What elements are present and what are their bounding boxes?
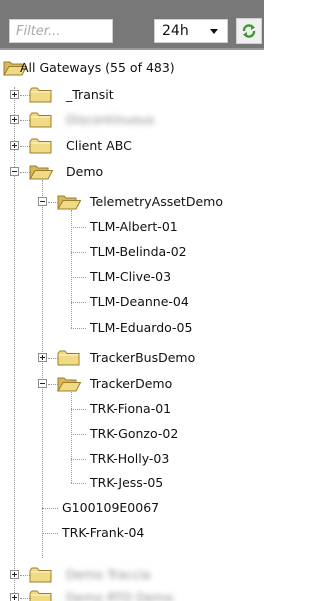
tree-root-all-gateways[interactable]: All Gateways (55 of 483) — [20, 60, 175, 76]
folder-icon — [29, 87, 53, 103]
time-range-select[interactable]: 24h — [154, 19, 228, 43]
expand-toggle[interactable] — [10, 90, 19, 99]
tree-leaf-gateway[interactable]: G100109E0067 — [62, 500, 159, 516]
tree-leaf-gateway[interactable]: TRK-Holly-03 — [90, 451, 169, 467]
refresh-button[interactable] — [236, 18, 262, 44]
tree-node-tracker-demo[interactable]: TrackerDemo — [90, 376, 172, 392]
expand-toggle[interactable] — [10, 570, 19, 579]
expand-toggle[interactable] — [10, 141, 19, 150]
expand-toggle[interactable] — [10, 115, 19, 124]
tree-guide-line — [71, 277, 86, 278]
tree-leaf-gateway[interactable]: TRK-Gonzo-02 — [90, 426, 178, 442]
tree-node-client-abc[interactable]: Client ABC — [66, 138, 132, 154]
collapse-toggle[interactable] — [38, 379, 47, 388]
tree-leaf-gateway[interactable]: TRK-Jess-05 — [90, 475, 163, 491]
refresh-icon — [242, 24, 256, 38]
folder-icon — [29, 590, 53, 601]
tree-guide-line — [71, 409, 86, 410]
folder-icon — [29, 138, 53, 154]
tree-guide-line — [71, 459, 86, 460]
collapse-toggle[interactable] — [10, 167, 19, 176]
tree-node-redacted[interactable]: Demo RTD Demo — [66, 590, 173, 601]
tree-leaf-gateway[interactable]: TRK-Fiona-01 — [90, 401, 171, 417]
chevron-down-icon — [210, 29, 218, 34]
tree-guide-line — [71, 483, 86, 484]
tree-leaf-gateway[interactable]: TLM-Clive-03 — [90, 269, 171, 285]
tree-leaf-gateway[interactable]: TRK-Frank-04 — [62, 525, 144, 541]
tree-node-tracker-bus-demo[interactable]: TrackerBusDemo — [90, 350, 195, 366]
tree-guide-line — [71, 252, 86, 253]
toolbar: 24h — [0, 0, 264, 50]
gateway-tree: All Gateways (55 of 483) _Transit Discon… — [0, 52, 264, 601]
tree-leaf-gateway[interactable]: TLM-Deanne-04 — [90, 294, 189, 310]
tree-guide-line — [14, 87, 15, 601]
tree-guide-line — [42, 180, 43, 558]
tree-guide-line — [71, 227, 86, 228]
tree-node-redacted[interactable]: Demo Traccia — [66, 567, 151, 583]
folder-icon — [57, 350, 81, 366]
tree-guide-line — [71, 392, 72, 483]
tree-guide-line — [42, 508, 58, 509]
tree-leaf-gateway[interactable]: TLM-Belinda-02 — [90, 244, 187, 260]
folder-icon — [29, 567, 53, 583]
folder-open-icon — [57, 194, 81, 210]
tree-leaf-gateway[interactable]: TLM-Eduardo-05 — [90, 320, 192, 336]
tree-guide-line — [71, 328, 86, 329]
tree-guide-line — [71, 434, 86, 435]
expand-toggle[interactable] — [10, 593, 19, 601]
tree-guide-line — [42, 533, 58, 534]
tree-node-telemetry-asset-demo[interactable]: TelemetryAssetDemo — [90, 194, 223, 210]
folder-icon — [29, 112, 53, 128]
expand-toggle[interactable] — [38, 353, 47, 362]
folder-open-icon — [29, 164, 53, 180]
tree-node-demo[interactable]: Demo — [66, 164, 103, 180]
tree-leaf-gateway[interactable]: TLM-Albert-01 — [90, 219, 178, 235]
filter-input[interactable] — [9, 19, 113, 43]
tree-node-redacted[interactable]: Discontinuous — [66, 112, 154, 128]
time-range-value: 24h — [162, 23, 189, 39]
tree-guide-line — [71, 302, 86, 303]
folder-open-icon — [57, 376, 81, 392]
tree-node-transit[interactable]: _Transit — [66, 87, 114, 103]
collapse-toggle[interactable] — [38, 197, 47, 206]
